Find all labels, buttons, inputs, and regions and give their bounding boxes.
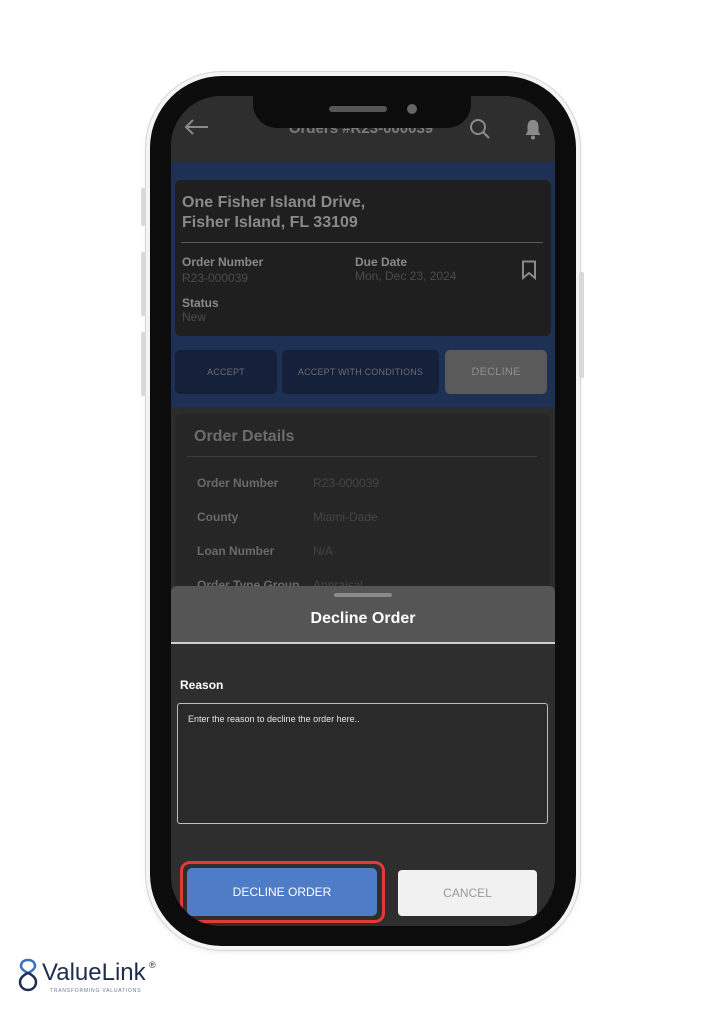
detail-label: County <box>197 510 239 524</box>
speaker <box>329 106 387 112</box>
detail-value: R23-000039 <box>313 476 380 490</box>
accept-with-conditions-button[interactable]: ACCEPT WITH CONDITIONS <box>282 350 439 394</box>
logo-mark-icon <box>18 958 38 992</box>
bell-icon[interactable] <box>524 118 542 140</box>
phone-side-button <box>579 272 584 378</box>
cancel-button[interactable]: CANCEL <box>398 870 537 916</box>
divider <box>171 642 555 644</box>
decline-order-sheet: Decline Order Reason DECLINE ORDER CANCE… <box>171 586 555 926</box>
drag-handle[interactable] <box>334 593 392 597</box>
decline-button[interactable]: DECLINE <box>445 350 547 394</box>
bookmark-icon[interactable] <box>521 260 537 280</box>
phone-side-button <box>141 252 146 316</box>
camera <box>407 104 417 114</box>
phone-notch <box>253 96 471 128</box>
phone-side-button <box>141 188 146 226</box>
address-line-2: Fisher Island, FL 33109 <box>182 214 358 231</box>
decline-order-button[interactable]: DECLINE ORDER <box>187 868 377 916</box>
logo-tagline: TRANSFORMING VALUATIONS <box>50 988 142 994</box>
status-value: New <box>182 310 207 324</box>
back-arrow-icon[interactable] <box>183 118 209 136</box>
valuelink-logo: ValueLink ® TRANSFORMING VALUATIONS <box>16 957 166 997</box>
detail-label: Order Number <box>197 476 279 490</box>
order-summary-card: One Fisher Island Drive, Fisher Island, … <box>175 180 551 336</box>
sheet-header: Decline Order <box>171 586 555 642</box>
phone-screen: Orders #R23-000039 One Fisher Island Dri… <box>171 96 555 926</box>
search-icon[interactable] <box>469 118 491 140</box>
order-number-label: Order Number <box>182 255 264 269</box>
logo-registered: ® <box>149 960 156 970</box>
logo-name: ValueLink <box>42 959 146 986</box>
reason-label: Reason <box>180 678 224 692</box>
divider <box>187 456 537 457</box>
order-details-card: Order Details Order Number R23-000039 Co… <box>175 414 550 614</box>
order-details-title: Order Details <box>194 428 295 445</box>
detail-value: Miami-Dade <box>313 510 378 524</box>
sheet-title: Decline Order <box>310 610 416 627</box>
accept-button[interactable]: ACCEPT <box>175 350 277 394</box>
due-date-value: Mon, Dec 23, 2024 <box>355 269 457 283</box>
detail-value: N/A <box>313 544 334 558</box>
address-line-1: One Fisher Island Drive, <box>182 194 366 211</box>
due-date-label: Due Date <box>355 255 408 269</box>
reason-input[interactable] <box>177 703 548 824</box>
phone-side-button <box>141 332 146 396</box>
divider <box>181 242 543 243</box>
detail-label: Loan Number <box>197 544 275 558</box>
order-number-value: R23-000039 <box>182 271 249 285</box>
status-label: Status <box>182 296 219 310</box>
